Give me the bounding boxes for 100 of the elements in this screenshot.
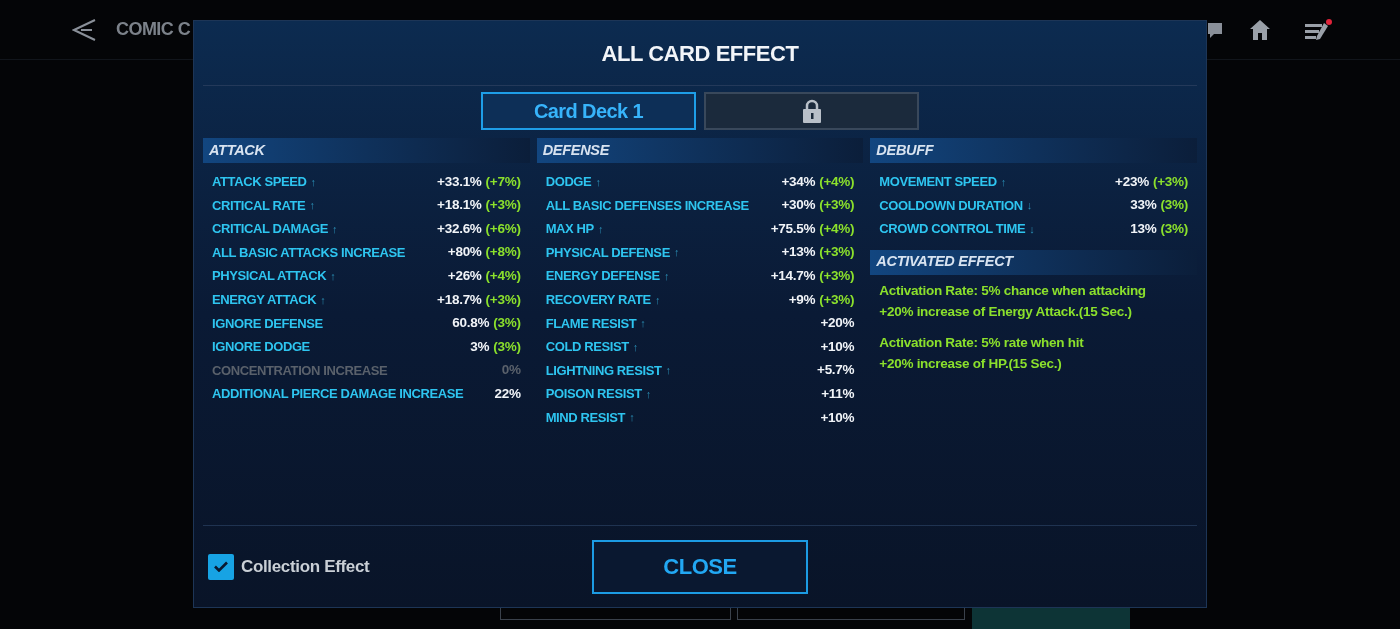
stat-value: +26% <box>447 267 482 286</box>
effect-text: Activation Rate: 5% chance when attacking <box>879 281 1147 300</box>
stat-value: +14.7% <box>770 267 816 286</box>
stat-value: +32.6% <box>437 219 482 238</box>
stat-value: +5.7% <box>817 361 855 380</box>
home-icon[interactable] <box>1250 19 1270 40</box>
stat-value: 33% <box>1130 196 1157 215</box>
stat-value: 13% <box>1130 219 1157 238</box>
effect-text: +20% increase of HP.(15 Sec.) <box>879 354 1063 373</box>
stat-bonus: (+3%) <box>485 290 521 309</box>
stat-label: IGNORE DODGE <box>212 338 310 357</box>
stat-value: +9% <box>788 290 816 309</box>
arrow-icon: ↑ <box>629 409 635 426</box>
arrow-icon: ↑ <box>310 173 316 191</box>
stat-value: +23% <box>1115 172 1149 191</box>
chat-icon[interactable] <box>1208 21 1222 38</box>
arrow-icon: ↑ <box>645 385 652 403</box>
stat-bonus: (+4%) <box>819 172 855 191</box>
stat-label: ENERGY ATTACK <box>212 291 317 309</box>
stat-label: MOVEMENT SPEED <box>879 173 997 192</box>
arrow-icon: ↑ <box>1000 173 1007 191</box>
arrow-icon: ↑ <box>330 267 336 285</box>
stat-bonus: (3%) <box>493 314 521 333</box>
stat-label: MAX HP <box>545 220 594 239</box>
arrow-icon: ↑ <box>595 173 601 191</box>
deck-tab[interactable]: Card Deck 1 <box>481 92 696 130</box>
effect-text: Activation Rate: 5% rate when hit <box>879 333 1085 352</box>
stat-value: +80% <box>447 243 482 262</box>
list-pen-icon[interactable] <box>1305 18 1332 41</box>
stat-label: CRITICAL DAMAGE <box>212 220 328 239</box>
stat-label: RECOVERY RATE <box>545 291 651 309</box>
section-header: DEBUFF <box>870 138 1197 163</box>
section-header: DEFENSE <box>536 138 864 163</box>
stat-bonus: (+4%) <box>819 219 855 238</box>
arrow-icon: ↑ <box>597 220 604 238</box>
close-button[interactable]: CLOSE <box>592 539 808 594</box>
arrow-icon: ↓ <box>1029 220 1035 238</box>
stat-label: PHYSICAL ATTACK <box>212 267 327 286</box>
stat-bonus: (+3%) <box>819 267 855 286</box>
effect-text: +20% increase of Energy Attack.(15 Sec.) <box>879 302 1133 321</box>
back-icon[interactable] <box>72 18 96 41</box>
stat-label: ADDITIONAL PIERCE DAMAGE INCREASE <box>212 385 464 404</box>
arrow-icon: ↑ <box>309 197 315 214</box>
stat-value: +11% <box>821 385 855 403</box>
arrow-icon: ↑ <box>663 267 670 285</box>
stat-label: ALL BASIC ATTACKS INCREASE <box>212 243 406 262</box>
stat-value: +10% <box>820 337 855 356</box>
stat-bonus: (+3%) <box>819 290 855 309</box>
stat-bonus: (+3%) <box>485 196 521 215</box>
arrow-icon: ↑ <box>654 291 661 308</box>
stat-value: 0% <box>501 361 521 380</box>
stat-label: ATTACK SPEED <box>212 173 307 192</box>
stat-label: POISON RESIST <box>545 385 642 404</box>
stat-label: ENERGY DEFENSE <box>545 267 660 286</box>
stat-value: +18.7% <box>437 290 482 309</box>
stat-value: +13% <box>781 243 816 262</box>
stat-value: +33.1% <box>437 172 482 191</box>
stat-value: +18.1% <box>437 196 482 215</box>
stat-value: +10% <box>820 408 855 427</box>
stat-label: DODGE <box>545 173 592 192</box>
stat-bonus: (+3%) <box>819 196 855 215</box>
dialog-title: ALL CARD EFFECT <box>601 39 799 68</box>
arrow-icon: ↑ <box>632 338 639 356</box>
deck-tab[interactable] <box>704 92 919 130</box>
stat-label: CROWD CONTROL TIME <box>879 220 1026 239</box>
stat-value: 60.8% <box>452 314 490 333</box>
section-header: ATTACK <box>203 138 530 163</box>
arrow-icon: ↑ <box>665 362 671 379</box>
stat-value: +20% <box>820 314 855 333</box>
check-icon <box>214 561 228 572</box>
arrow-icon: ↑ <box>673 244 680 261</box>
arrow-icon: ↑ <box>320 291 326 308</box>
stat-label: MIND RESIST <box>545 409 626 427</box>
stat-label: CRITICAL RATE <box>212 196 306 215</box>
stat-bonus: (3%) <box>493 337 521 356</box>
stat-value: +30% <box>781 196 816 215</box>
checkbox-label: Collection Effect <box>241 555 370 578</box>
stat-label: LIGHTNING RESIST <box>545 361 662 380</box>
stat-bonus: (+8%) <box>485 243 521 262</box>
stat-bonus: (+3%) <box>819 243 855 262</box>
stat-bonus: (+6%) <box>485 219 521 238</box>
stat-bonus: (3%) <box>1160 196 1188 215</box>
stat-label: CONCENTRATION INCREASE <box>212 361 388 380</box>
stat-bonus: (+4%) <box>485 267 521 286</box>
stat-value: +34% <box>781 172 816 191</box>
arrow-icon: ↑ <box>331 220 338 238</box>
stat-label: COLD RESIST <box>545 338 629 357</box>
stat-label: COOLDOWN DURATION <box>879 196 1023 215</box>
stat-label: ALL BASIC DEFENSES INCREASE <box>545 196 749 215</box>
stat-label: FLAME RESIST <box>545 314 637 333</box>
screen-title: COMIC C <box>116 18 191 41</box>
stat-bonus: (3%) <box>1160 219 1188 238</box>
stat-value: +75.5% <box>770 219 816 238</box>
arrow-icon: ↑ <box>640 315 646 332</box>
stat-bonus: (+7%) <box>485 172 521 191</box>
checkbox[interactable] <box>208 553 234 580</box>
stat-bonus: (+3%) <box>1152 172 1188 191</box>
stat-label: PHYSICAL DEFENSE <box>545 243 670 262</box>
stat-label: IGNORE DEFENSE <box>212 314 323 333</box>
stat-value: 3% <box>470 337 490 356</box>
